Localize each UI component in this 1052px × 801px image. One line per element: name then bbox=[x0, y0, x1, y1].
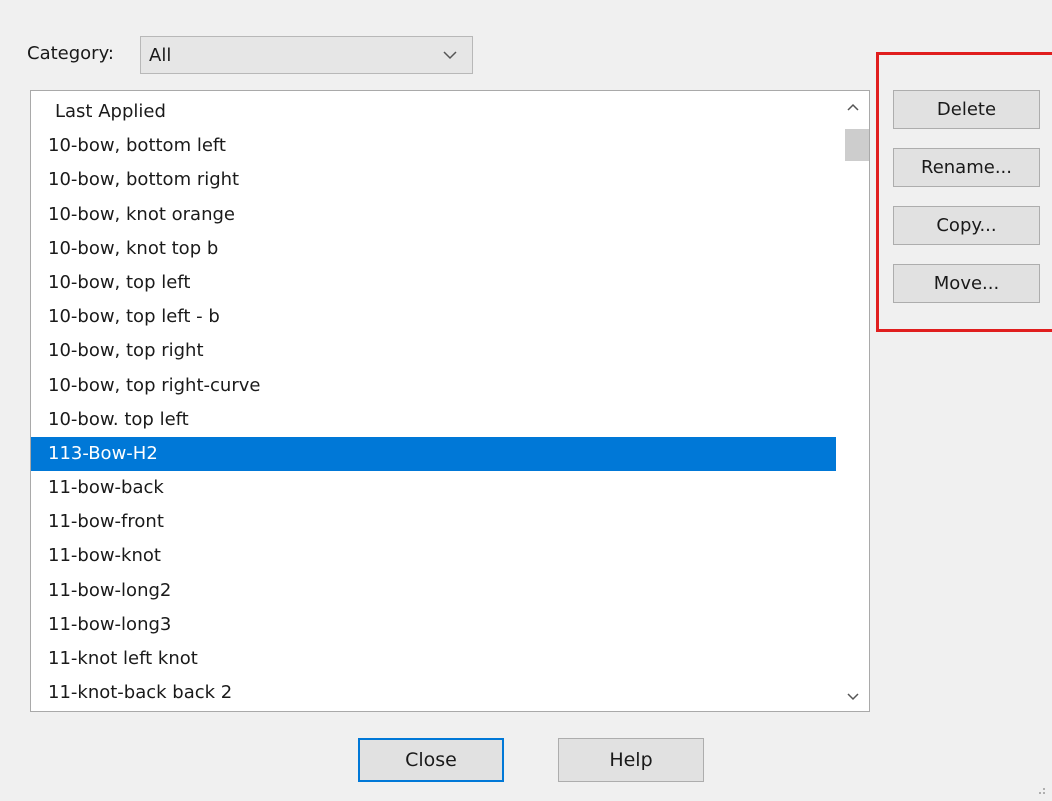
list-item[interactable]: 10-bow, top left bbox=[31, 266, 836, 300]
list-item[interactable]: 11-bow-front bbox=[31, 505, 836, 539]
move-button[interactable]: Move... bbox=[893, 264, 1040, 303]
list-item-selected[interactable]: 113-Bow-H2 bbox=[31, 436, 836, 472]
list-item[interactable]: Last Applied bbox=[31, 95, 836, 129]
list-item[interactable]: 10-bow, top right bbox=[31, 334, 836, 368]
copy-button[interactable]: Copy... bbox=[893, 206, 1040, 245]
list-item[interactable]: 11-bow-knot bbox=[31, 539, 836, 573]
list-item[interactable]: 11-bow-back bbox=[31, 471, 836, 505]
chevron-down-icon[interactable] bbox=[846, 691, 860, 703]
category-dropdown-value: All bbox=[149, 45, 172, 66]
list-item[interactable]: 10-bow, bottom right bbox=[31, 163, 836, 197]
list-item[interactable]: 10-bow, bottom left bbox=[31, 129, 836, 163]
list-item[interactable]: 10-bow. top left bbox=[31, 403, 836, 437]
list-item[interactable]: 10-bow, knot top b bbox=[31, 232, 836, 266]
item-list-items: Last Applied 10-bow, bottom left 10-bow, b… bbox=[31, 95, 836, 710]
list-item[interactable]: 10-bow, top right-curve bbox=[31, 369, 836, 403]
chevron-up-icon[interactable] bbox=[846, 101, 860, 113]
chevron-down-icon bbox=[443, 51, 457, 60]
list-item[interactable]: 11-knot left knot bbox=[31, 642, 836, 676]
category-dropdown[interactable]: All bbox=[140, 36, 473, 74]
resize-grip-icon[interactable] bbox=[1034, 783, 1046, 795]
close-button[interactable]: Close bbox=[358, 738, 504, 782]
delete-button[interactable]: Delete bbox=[893, 90, 1040, 129]
list-item[interactable]: 10-bow, top left - b bbox=[31, 300, 836, 334]
list-item[interactable]: 11-knot-back back 2 bbox=[31, 676, 836, 710]
scrollbar-thumb[interactable] bbox=[845, 129, 869, 161]
rename-button[interactable]: Rename... bbox=[893, 148, 1040, 187]
help-button[interactable]: Help bbox=[558, 738, 704, 782]
list-scrollbar[interactable] bbox=[837, 91, 869, 711]
list-item[interactable]: 11-bow-long2 bbox=[31, 574, 836, 608]
list-item[interactable]: 11-bow-long3 bbox=[31, 608, 836, 642]
list-item[interactable]: 10-bow, knot orange bbox=[31, 198, 836, 232]
item-list[interactable]: Last Applied 10-bow, bottom left 10-bow, b… bbox=[30, 90, 870, 712]
category-label: Category: bbox=[27, 43, 114, 64]
